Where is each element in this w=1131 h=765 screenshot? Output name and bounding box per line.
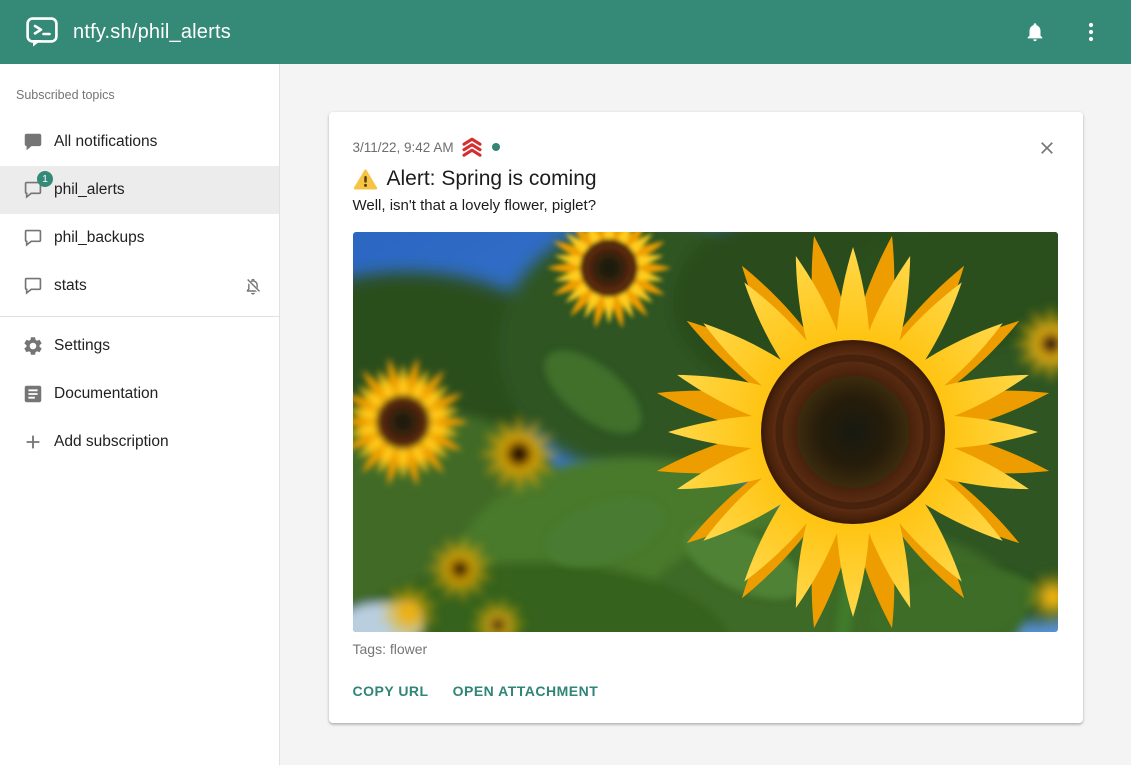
copy-url-button[interactable]: COPY URL [353, 681, 429, 701]
article-icon [21, 382, 45, 406]
sidebar-item-settings[interactable]: Settings [0, 322, 279, 370]
main-area: 3/11/22, 9:42 AM Alert: Spring is comi [280, 64, 1131, 765]
sidebar-item-all-notifications[interactable]: All notifications [0, 118, 279, 166]
sidebar-divider [0, 316, 279, 317]
sidebar-item-label: Settings [54, 337, 110, 355]
notification-title-row: Alert: Spring is coming [353, 167, 1059, 191]
chat-outline-icon [21, 274, 45, 298]
sunflower-photo [353, 232, 1058, 632]
ntfy-logo-icon [26, 17, 58, 47]
bell-icon [1024, 21, 1046, 43]
chat-filled-icon [21, 130, 45, 154]
bell-off-icon [243, 276, 263, 296]
sidebar-item-stats[interactable]: stats [0, 262, 279, 310]
ntfy-app: ntfy.sh/phil_alerts Subscribed topics [0, 0, 1131, 765]
notification-body: Well, isn't that a lovely flower, piglet… [353, 196, 1059, 216]
page-title: ntfy.sh/phil_alerts [73, 21, 231, 44]
close-icon [1037, 138, 1057, 158]
kebab-menu-icon [1088, 22, 1094, 42]
sidebar-item-label: Add subscription [54, 433, 169, 451]
close-notification-button[interactable] [1035, 136, 1059, 160]
sidebar-item-phil-alerts[interactable]: 1 phil_alerts [0, 166, 279, 214]
chat-outline-icon: 1 [21, 178, 45, 202]
subscribed-topics-caption: Subscribed topics [0, 64, 279, 118]
attachment-image[interactable] [353, 232, 1058, 632]
sidebar: Subscribed topics All notifications 1 ph… [0, 64, 280, 765]
sidebar-item-label: Documentation [54, 385, 158, 403]
plus-icon [21, 430, 45, 454]
sidebar-item-label: phil_alerts [54, 181, 125, 199]
unread-count-badge: 1 [37, 171, 53, 187]
max-priority-icon [460, 136, 484, 158]
notification-actions: COPY URL OPEN ATTACHMENT [353, 681, 1059, 701]
sidebar-item-label: stats [54, 277, 87, 295]
notification-meta: 3/11/22, 9:42 AM [353, 136, 1059, 158]
sidebar-item-add-subscription[interactable]: Add subscription [0, 418, 279, 466]
notification-card: 3/11/22, 9:42 AM Alert: Spring is comi [329, 112, 1083, 723]
tags-line: Tags: flower [353, 641, 1059, 657]
sidebar-item-label: phil_backups [54, 229, 144, 247]
sidebar-item-documentation[interactable]: Documentation [0, 370, 279, 418]
overflow-menu-button[interactable] [1071, 12, 1111, 52]
warning-triangle-icon [353, 168, 378, 191]
app-bar: ntfy.sh/phil_alerts [0, 0, 1131, 64]
sidebar-item-label: All notifications [54, 133, 157, 151]
sidebar-item-phil-backups[interactable]: phil_backups [0, 214, 279, 262]
open-attachment-button[interactable]: OPEN ATTACHMENT [453, 681, 599, 701]
chat-outline-icon [21, 226, 45, 250]
notifications-button[interactable] [1015, 12, 1055, 52]
notification-title: Alert: Spring is coming [387, 167, 597, 191]
timestamp: 3/11/22, 9:42 AM [353, 140, 454, 155]
unread-dot-icon [492, 143, 500, 151]
gear-icon [21, 334, 45, 358]
